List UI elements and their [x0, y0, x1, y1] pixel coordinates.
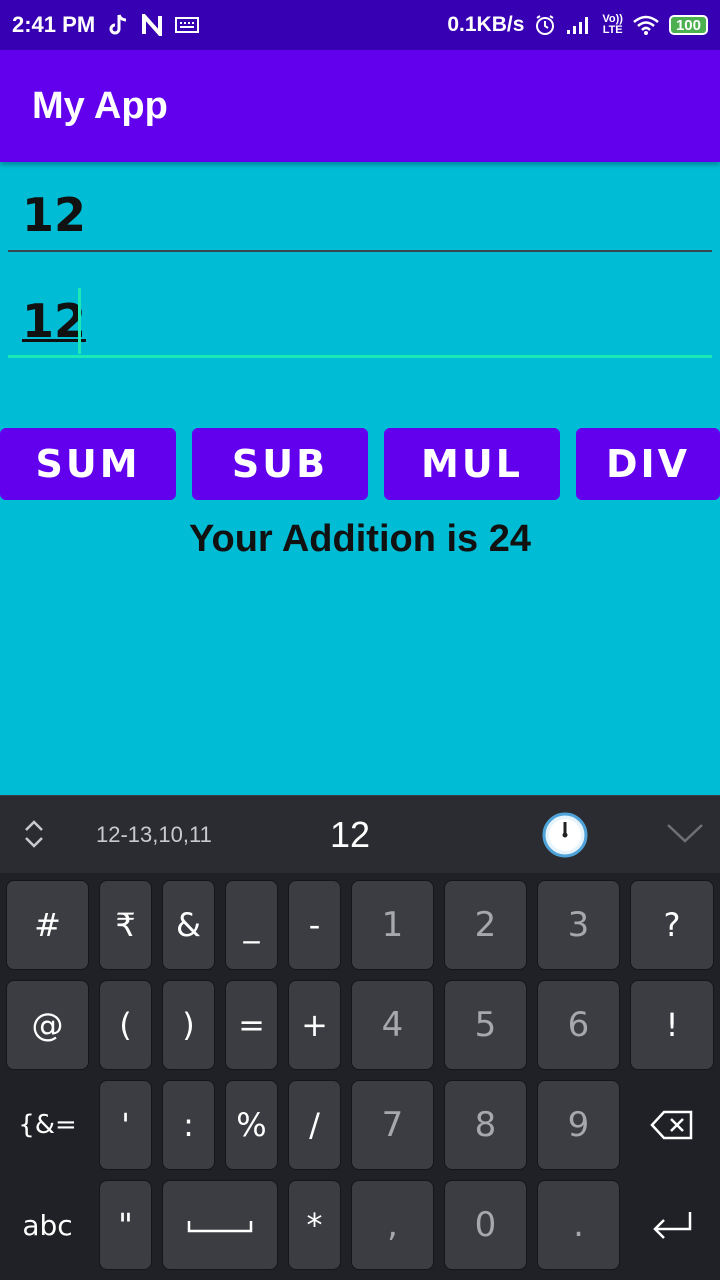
key-rupee[interactable]: ₹	[99, 880, 152, 970]
key-double-quote[interactable]: "	[99, 1180, 152, 1270]
second-number-value: 12	[22, 294, 87, 348]
key-ampersand[interactable]: &	[162, 880, 215, 970]
clock-icon[interactable]	[542, 812, 588, 863]
key-close-paren[interactable]: )	[162, 980, 215, 1070]
result-text: Your Addition is 24	[188, 518, 532, 560]
key-8[interactable]: 8	[444, 1080, 527, 1170]
soft-keyboard: 12-13,10,11 12 # ₹ & _ - 1 2 3 ? @ ( ) =…	[0, 795, 720, 1280]
key-plus[interactable]: +	[288, 980, 341, 1070]
space-key[interactable]	[162, 1180, 278, 1270]
key-9[interactable]: 9	[537, 1080, 620, 1170]
key-minus[interactable]: -	[288, 880, 341, 970]
text-cursor	[78, 288, 81, 354]
signal-icon	[566, 16, 592, 34]
div-button[interactable]: DIV	[576, 428, 720, 500]
backspace-key[interactable]	[630, 1080, 714, 1170]
key-open-paren[interactable]: (	[99, 980, 152, 1070]
key-0[interactable]: 0	[444, 1180, 527, 1270]
enter-icon	[653, 1212, 692, 1239]
second-number-input[interactable]: 12	[8, 288, 712, 358]
key-apostrophe[interactable]: '	[99, 1080, 152, 1170]
suggestion-center[interactable]: 12	[330, 814, 370, 856]
wifi-icon	[633, 15, 659, 35]
status-time: 2:41 PM	[12, 12, 96, 37]
key-1[interactable]: 1	[351, 880, 434, 970]
key-percent[interactable]: %	[225, 1080, 278, 1170]
key-question[interactable]: ?	[630, 880, 714, 970]
key-more-symbols[interactable]: {&=	[6, 1080, 89, 1170]
key-colon[interactable]: :	[162, 1080, 215, 1170]
sum-button[interactable]: SUM	[0, 428, 176, 500]
mul-button[interactable]: MUL	[384, 428, 560, 500]
backspace-icon	[650, 1110, 693, 1140]
key-abc[interactable]: abc	[6, 1180, 89, 1270]
expand-collapse-icon[interactable]	[22, 816, 46, 857]
enter-key[interactable]	[630, 1180, 714, 1270]
suggestion-left[interactable]: 12-13,10,11	[96, 822, 212, 848]
key-exclamation[interactable]: !	[630, 980, 714, 1070]
first-number-value: 12	[22, 188, 87, 242]
tiktok-icon	[107, 13, 129, 37]
status-bar: 2:41 PM 0.1KB/s Vo)) LTE 100	[0, 0, 720, 50]
key-4[interactable]: 4	[351, 980, 434, 1070]
key-6[interactable]: 6	[537, 980, 620, 1070]
key-equals[interactable]: =	[225, 980, 278, 1070]
key-5[interactable]: 5	[444, 980, 527, 1070]
sub-button[interactable]: SUB	[192, 428, 368, 500]
suggestion-bar: 12-13,10,11 12	[0, 795, 720, 873]
key-period[interactable]: .	[537, 1180, 620, 1270]
battery-indicator: 100	[668, 15, 708, 35]
space-icon	[187, 1221, 253, 1233]
alarm-icon	[534, 14, 556, 36]
hide-keyboard-icon[interactable]	[666, 822, 704, 849]
key-7[interactable]: 7	[351, 1080, 434, 1170]
n-app-icon	[141, 14, 163, 36]
key-hash[interactable]: #	[6, 880, 89, 970]
key-at[interactable]: @	[6, 980, 89, 1070]
key-2[interactable]: 2	[444, 880, 527, 970]
key-comma[interactable]: ,	[351, 1180, 434, 1270]
first-number-input[interactable]: 12	[8, 182, 712, 252]
volte-indicator: Vo)) LTE	[602, 13, 623, 36]
app-title: My App	[32, 84, 168, 127]
key-slash[interactable]: /	[288, 1080, 341, 1170]
key-asterisk[interactable]: *	[288, 1180, 341, 1270]
key-3[interactable]: 3	[537, 880, 620, 970]
app-bar: My App	[0, 50, 720, 162]
network-speed: 0.1KB/s	[447, 13, 525, 36]
keyboard-icon	[175, 17, 200, 33]
key-underscore[interactable]: _	[225, 880, 278, 970]
